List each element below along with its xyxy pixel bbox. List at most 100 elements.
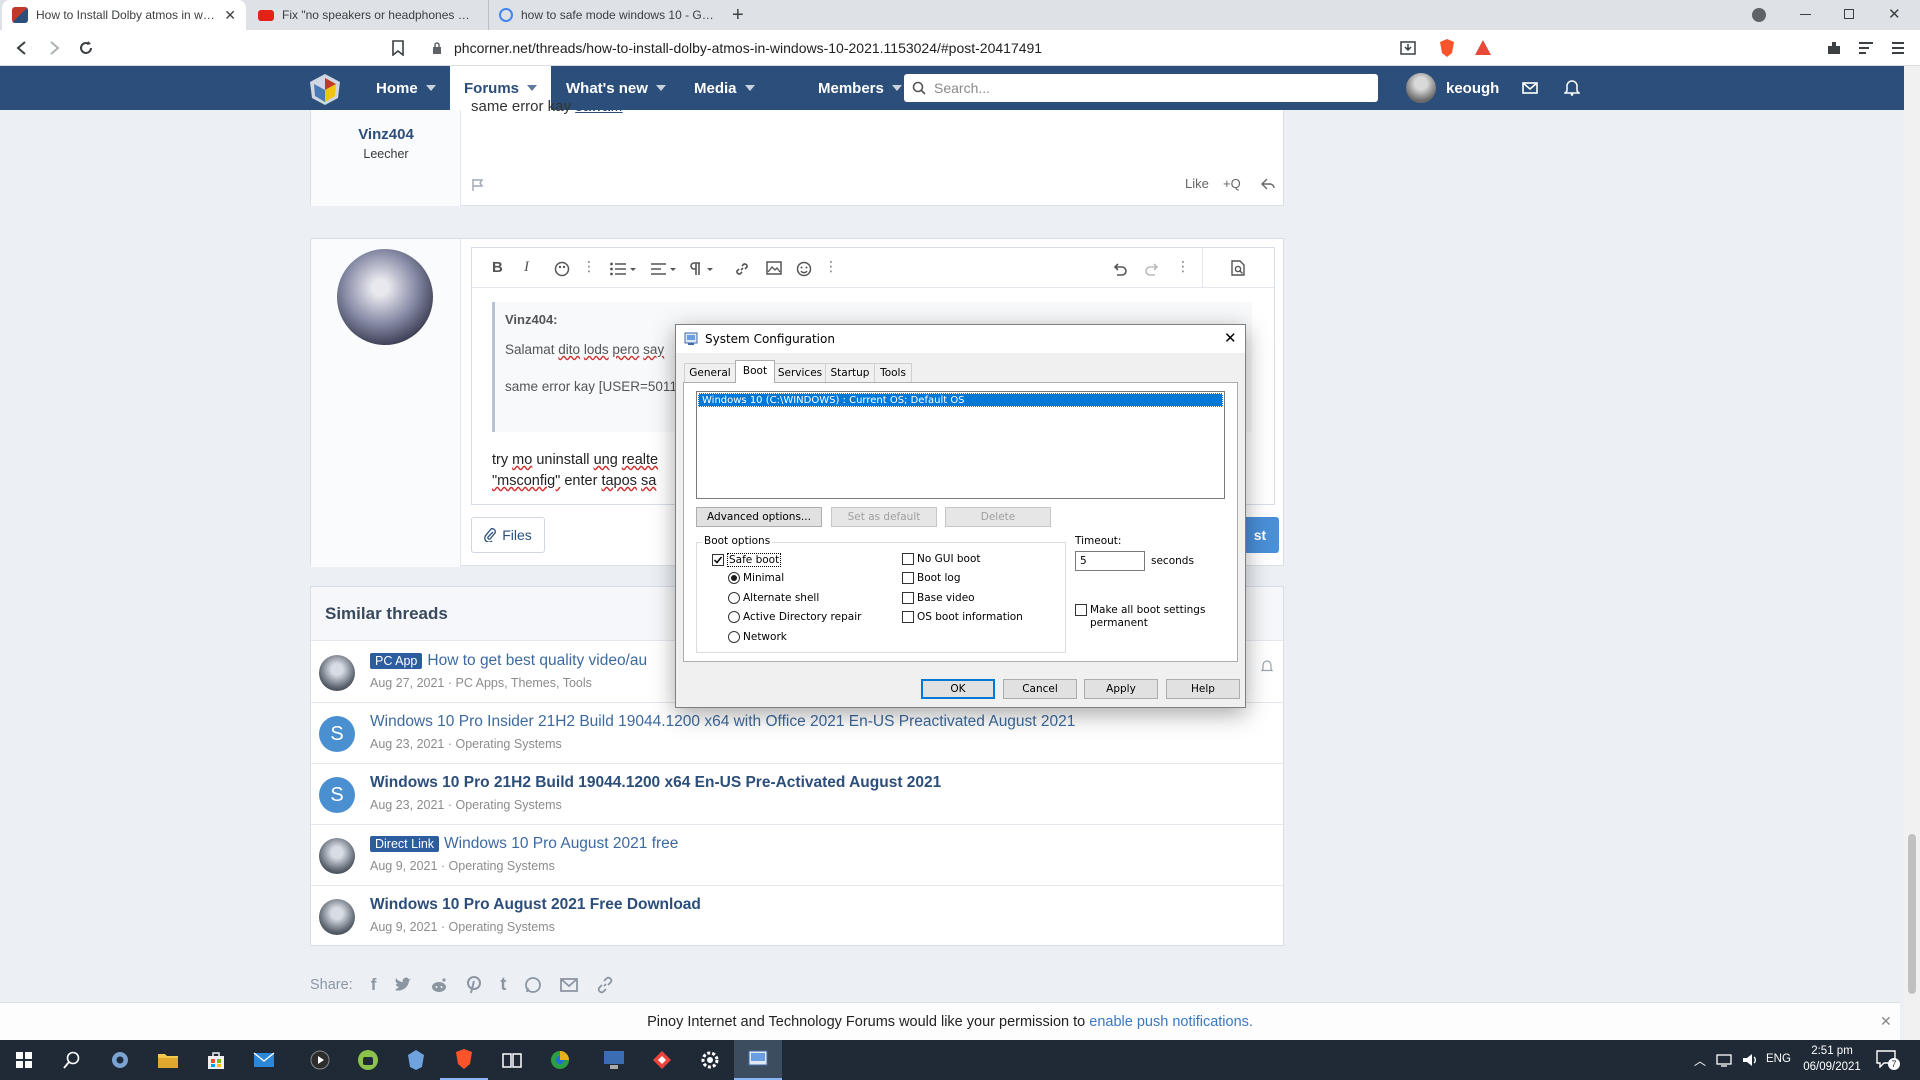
align-icon[interactable] bbox=[650, 262, 676, 276]
timeout-input[interactable]: 5 bbox=[1075, 551, 1145, 571]
report-flag-icon[interactable] bbox=[471, 178, 485, 192]
taskbar-app-store[interactable] bbox=[192, 1040, 240, 1080]
tab-search-icon[interactable] bbox=[1752, 8, 1766, 22]
taskbar-app-phcorner[interactable] bbox=[392, 1040, 440, 1080]
thread-title-line[interactable]: Windows 10 Pro 21H2 Build 19044.1200 x64… bbox=[370, 774, 941, 792]
os-list-item[interactable]: Windows 10 (C:\WINDOWS) : Current OS; De… bbox=[698, 393, 1223, 407]
checkbox-checked[interactable] bbox=[712, 554, 724, 566]
no-gui-boot-checkbox[interactable]: No GUI boot bbox=[902, 553, 981, 565]
reply-line-1[interactable]: try mo uninstall ung realte bbox=[492, 452, 658, 468]
page-scrollbar[interactable] bbox=[1904, 66, 1920, 1040]
search-input[interactable]: Search... bbox=[904, 74, 1378, 102]
taskbar-app-reader[interactable] bbox=[488, 1040, 536, 1080]
post-link[interactable]: sawa... bbox=[575, 98, 623, 115]
dialog-close-icon[interactable]: ✕ bbox=[1224, 329, 1237, 347]
list-icon[interactable] bbox=[610, 262, 636, 276]
taskbar-app-remote[interactable] bbox=[590, 1040, 638, 1080]
browser-tab-youtube[interactable]: Fix "no speakers or headphones are plugg… bbox=[248, 0, 486, 30]
taskbar-app-mail[interactable] bbox=[240, 1040, 288, 1080]
radio-minimal[interactable]: Minimal bbox=[728, 572, 784, 584]
taskbar-app-brave[interactable] bbox=[440, 1040, 488, 1080]
taskbar-app-anydesk[interactable] bbox=[638, 1040, 686, 1080]
chevron-down-icon[interactable] bbox=[744, 85, 755, 91]
italic-icon[interactable]: I bbox=[524, 259, 529, 276]
install-app-icon[interactable] bbox=[1400, 40, 1416, 56]
tumblr-icon[interactable]: t bbox=[500, 974, 506, 995]
reply-line-2[interactable]: "msconfig" enter tapos sa bbox=[492, 473, 656, 489]
brave-shield-icon[interactable] bbox=[1438, 38, 1456, 58]
boot-log-checkbox[interactable]: Boot log bbox=[902, 572, 961, 584]
checkbox-unchecked[interactable] bbox=[902, 553, 914, 565]
text-color-icon[interactable] bbox=[554, 261, 570, 277]
checkbox-unchecked[interactable] bbox=[902, 611, 914, 623]
avatar[interactable] bbox=[319, 899, 355, 935]
delete-button[interactable]: Delete bbox=[945, 507, 1051, 527]
checkbox-unchecked[interactable] bbox=[902, 572, 914, 584]
tab-startup[interactable]: Startup bbox=[825, 363, 875, 382]
bell-icon[interactable] bbox=[1564, 79, 1580, 96]
attach-files-button[interactable]: Files bbox=[471, 517, 545, 553]
twitter-icon[interactable] bbox=[394, 977, 412, 993]
reddit-icon[interactable] bbox=[430, 977, 448, 993]
checkbox-unchecked[interactable] bbox=[1075, 604, 1087, 616]
minimize-icon[interactable] bbox=[1800, 14, 1811, 15]
clock[interactable]: 2:51 pm 06/09/2021 bbox=[1800, 1043, 1864, 1075]
forward-icon[interactable] bbox=[46, 40, 62, 56]
reply-icon[interactable] bbox=[1261, 178, 1275, 190]
undo-icon[interactable] bbox=[1112, 261, 1128, 277]
avatar[interactable] bbox=[319, 655, 355, 691]
thread-prefix-badge[interactable]: PC App bbox=[370, 653, 423, 669]
tab-boot[interactable]: Boot bbox=[735, 360, 775, 383]
url-field[interactable]: phcorner.net/threads/how-to-install-dolb… bbox=[454, 36, 1484, 60]
checkbox-unchecked[interactable] bbox=[902, 592, 914, 604]
link-icon[interactable] bbox=[596, 976, 614, 994]
user-menu[interactable]: keough bbox=[1406, 73, 1499, 103]
close-tab-icon[interactable]: ✕ bbox=[224, 7, 236, 24]
browser-tab-dolby[interactable]: How to Install Dolby atmos in windows 10… bbox=[2, 0, 246, 30]
network-icon[interactable] bbox=[1716, 1052, 1734, 1068]
nav-home[interactable]: Home bbox=[362, 66, 450, 110]
thread-forum[interactable]: Operating Systems bbox=[455, 737, 561, 751]
image-icon[interactable] bbox=[766, 261, 782, 275]
radio-unselected[interactable] bbox=[728, 611, 740, 623]
more-options-icon[interactable]: ⋮ bbox=[582, 258, 596, 275]
thread-title[interactable]: How to get best quality video/au bbox=[427, 652, 647, 669]
bold-icon[interactable]: B bbox=[492, 259, 503, 276]
chevron-down-icon[interactable] bbox=[655, 85, 666, 91]
chevron-up-icon[interactable]: ︿ bbox=[1694, 1052, 1706, 1069]
taskbar-app-explorer[interactable] bbox=[144, 1040, 192, 1080]
chevron-down-icon[interactable] bbox=[891, 85, 902, 91]
email-icon[interactable] bbox=[560, 977, 579, 992]
taskbar-app-settings[interactable] bbox=[686, 1040, 734, 1080]
emoji-icon[interactable] bbox=[796, 261, 812, 277]
taskbar-app-settings-gear[interactable] bbox=[96, 1040, 144, 1080]
taskbar-app-edge[interactable] bbox=[536, 1040, 584, 1080]
base-video-checkbox[interactable]: Base video bbox=[902, 592, 975, 604]
thread-forum[interactable]: Operating Systems bbox=[455, 798, 561, 812]
thread-row[interactable]: Windows 10 Pro August 2021 Free Download… bbox=[311, 886, 1283, 947]
thread-row[interactable]: S Windows 10 Pro Insider 21H2 Build 19044… bbox=[311, 703, 1283, 764]
extensions-icon[interactable] bbox=[1826, 40, 1842, 56]
pinterest-icon[interactable] bbox=[466, 975, 482, 994]
bookmark-icon[interactable] bbox=[392, 40, 404, 56]
taskbar-app-media[interactable] bbox=[296, 1040, 344, 1080]
thread-title-line[interactable]: PC App How to get best quality video/au bbox=[370, 652, 647, 670]
post-reply-button[interactable]: st bbox=[1241, 517, 1279, 553]
post-username[interactable]: Vinz404 bbox=[311, 126, 461, 143]
scrollbar-thumb[interactable] bbox=[1908, 834, 1916, 994]
make-permanent-checkbox[interactable]: Make all boot settings permanent bbox=[1075, 604, 1208, 630]
browser-tab-google[interactable]: how to safe mode windows 10 - Google Sea… bbox=[488, 0, 724, 30]
whatsapp-icon[interactable] bbox=[524, 976, 542, 994]
radio-selected[interactable] bbox=[728, 572, 740, 584]
thread-forum[interactable]: Operating Systems bbox=[449, 859, 555, 873]
thread-forum[interactable]: Operating Systems bbox=[449, 920, 555, 934]
thread-forum[interactable]: PC Apps, Themes, Tools bbox=[455, 676, 591, 690]
more-options-icon[interactable]: ⋮ bbox=[1176, 258, 1190, 275]
restore-icon[interactable] bbox=[1844, 9, 1854, 19]
radio-unselected[interactable] bbox=[728, 592, 740, 604]
bell-icon[interactable] bbox=[1261, 660, 1273, 673]
apply-button[interactable]: Apply bbox=[1084, 679, 1158, 699]
multiquote-button[interactable]: +Q bbox=[1223, 176, 1241, 191]
inbox-icon[interactable] bbox=[1522, 82, 1538, 94]
radio-network[interactable]: Network bbox=[728, 631, 787, 643]
